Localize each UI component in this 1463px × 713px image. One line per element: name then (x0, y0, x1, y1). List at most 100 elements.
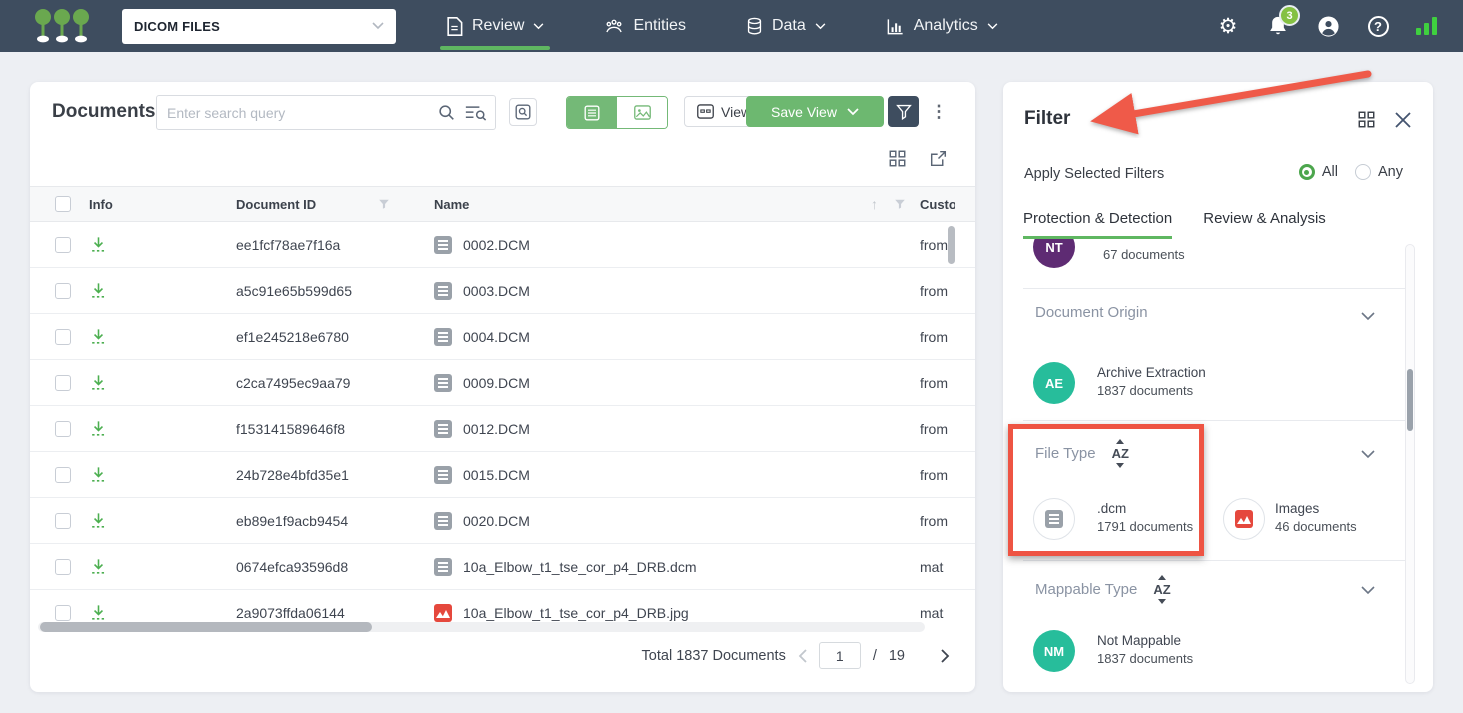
workspace-select[interactable]: DICOM FILES (122, 8, 396, 44)
table-row[interactable]: c2ca7495ec9aa79 0009.DCM from (30, 360, 975, 406)
nav-review-label: Review (472, 17, 525, 34)
col-info[interactable]: Info (89, 197, 236, 212)
nav-analytics[interactable]: Analytics (884, 0, 1000, 52)
save-view-button[interactable]: Save View (746, 96, 884, 127)
row-checkbox[interactable] (55, 374, 71, 391)
section-document-origin[interactable]: Document Origin (1035, 304, 1148, 321)
table-row[interactable]: 0674efca93596d8 10a_Elbow_t1_tse_cor_p4_… (30, 544, 975, 590)
close-icon (1395, 111, 1411, 128)
sort-az-icon[interactable]: AZ (1110, 439, 1131, 468)
sort-az-icon[interactable]: AZ (1151, 575, 1172, 604)
chevron-down-icon[interactable] (1361, 308, 1375, 326)
radio-any-label: Any (1378, 164, 1403, 180)
row-checkbox[interactable] (55, 282, 71, 299)
profile-button[interactable] (1316, 14, 1340, 38)
advanced-search-icon[interactable] (465, 105, 487, 121)
column-filter-icon[interactable] (378, 198, 390, 210)
document-id-cell: 2a9073ffda06144 (236, 604, 345, 621)
list-view-button[interactable] (567, 97, 617, 128)
table-row[interactable]: eb89e1f9acb9454 0020.DCM from (30, 498, 975, 544)
row-checkbox[interactable] (55, 420, 71, 437)
download-icon[interactable] (89, 327, 108, 346)
filter-layout-button[interactable] (1358, 111, 1375, 128)
divider (1023, 560, 1405, 561)
document-id-cell: ef1e245218e6780 (236, 328, 349, 345)
col-name[interactable]: Name ↑ (434, 196, 920, 212)
table-row[interactable]: ef1e245218e6780 0004.DCM from (30, 314, 975, 360)
filter-item-not-mappable[interactable]: Not Mappable 1837 documents (1097, 633, 1193, 666)
col-custom[interactable]: Custo (920, 197, 955, 212)
name-cell: 10a_Elbow_t1_tse_cor_p4_DRB.dcm (463, 558, 697, 575)
page-number-input[interactable] (818, 642, 861, 669)
custom-cell: mat (920, 558, 944, 575)
download-icon[interactable] (89, 465, 108, 484)
chevron-down-icon (987, 22, 998, 29)
table-row[interactable]: 24b728e4bfd35e1 0015.DCM from (30, 452, 975, 498)
more-options-button[interactable]: ⋮ (928, 96, 950, 127)
select-all-checkbox[interactable] (55, 196, 71, 212)
column-filter-icon[interactable] (894, 198, 906, 210)
next-page-button[interactable] (941, 648, 950, 663)
settings-button[interactable]: ⚙ (1216, 14, 1240, 38)
export-button[interactable] (930, 150, 947, 167)
gear-icon: ⚙ (1218, 14, 1238, 38)
table-row[interactable]: ee1fcf78ae7f16a 0002.DCM from (30, 222, 975, 268)
document-id-cell: c2ca7495ec9aa79 (236, 374, 351, 391)
document-icon (447, 16, 463, 36)
workspace-select-value: DICOM FILES (134, 18, 220, 34)
vertical-scrollbar-thumb[interactable] (948, 226, 955, 264)
horizontal-scrollbar[interactable] (38, 622, 925, 632)
filter-scrollbar-thumb[interactable] (1407, 369, 1413, 431)
nav-review[interactable]: Review (440, 0, 551, 52)
custom-cell: from (920, 374, 948, 391)
search-input[interactable] (157, 104, 438, 121)
section-mappable-type[interactable]: Mappable Type AZ (1035, 575, 1173, 604)
download-icon[interactable] (89, 511, 108, 530)
filter-scrollbar[interactable] (1405, 244, 1415, 684)
row-checkbox[interactable] (55, 466, 71, 483)
search-icon[interactable] (438, 104, 455, 121)
sort-ascending-icon[interactable]: ↑ (871, 196, 878, 212)
chevron-down-icon (534, 22, 544, 29)
close-filter-button[interactable] (1395, 111, 1411, 128)
help-button[interactable]: ? (1366, 14, 1390, 38)
prev-page-button[interactable] (798, 648, 807, 663)
filter-item-archive-extraction[interactable]: Archive Extraction 1837 documents (1097, 365, 1206, 398)
col-document-id[interactable]: Document ID (236, 197, 434, 212)
doc-file-icon (434, 557, 452, 576)
download-icon[interactable] (89, 557, 108, 576)
chevron-down-icon[interactable] (1361, 582, 1375, 600)
radio-all[interactable]: All (1298, 164, 1338, 180)
filter-item-images[interactable]: Images 46 documents (1275, 501, 1357, 534)
row-checkbox[interactable] (55, 236, 71, 253)
document-search-icon (515, 104, 531, 120)
download-icon[interactable] (89, 281, 108, 300)
row-checkbox[interactable] (55, 328, 71, 345)
filter-item-dcm[interactable]: .dcm 1791 documents (1097, 501, 1193, 534)
tab-protection-detection[interactable]: Protection & Detection (1023, 210, 1173, 239)
section-file-type[interactable]: File Type AZ (1035, 439, 1131, 468)
notification-badge: 3 (1279, 5, 1300, 26)
radio-any[interactable]: Any (1355, 164, 1403, 180)
nav-entities[interactable]: Entities (602, 0, 687, 52)
row-checkbox[interactable] (55, 512, 71, 529)
row-checkbox[interactable] (55, 558, 71, 575)
horizontal-scrollbar-thumb[interactable] (40, 622, 372, 632)
table-row[interactable]: a5c91e65b599d65 0003.DCM from (30, 268, 975, 314)
notifications-button[interactable]: 3 (1266, 5, 1300, 38)
tab-review-analysis[interactable]: Review & Analysis (1203, 210, 1326, 239)
download-icon[interactable] (89, 419, 108, 438)
image-view-button[interactable] (617, 97, 667, 128)
search-in-document-button[interactable] (509, 98, 537, 126)
nav-data[interactable]: Data (744, 0, 828, 52)
download-icon[interactable] (89, 373, 108, 392)
download-icon[interactable] (89, 235, 108, 254)
download-icon[interactable] (89, 603, 108, 622)
filter-button[interactable] (888, 96, 919, 127)
avatar: NM (1033, 630, 1075, 672)
table-row[interactable]: f153141589646f8 0012.DCM from (30, 406, 975, 452)
row-checkbox[interactable] (55, 604, 71, 621)
column-settings-button[interactable] (889, 150, 906, 167)
col-document-id-label: Document ID (236, 196, 317, 212)
chevron-down-icon[interactable] (1361, 446, 1375, 464)
